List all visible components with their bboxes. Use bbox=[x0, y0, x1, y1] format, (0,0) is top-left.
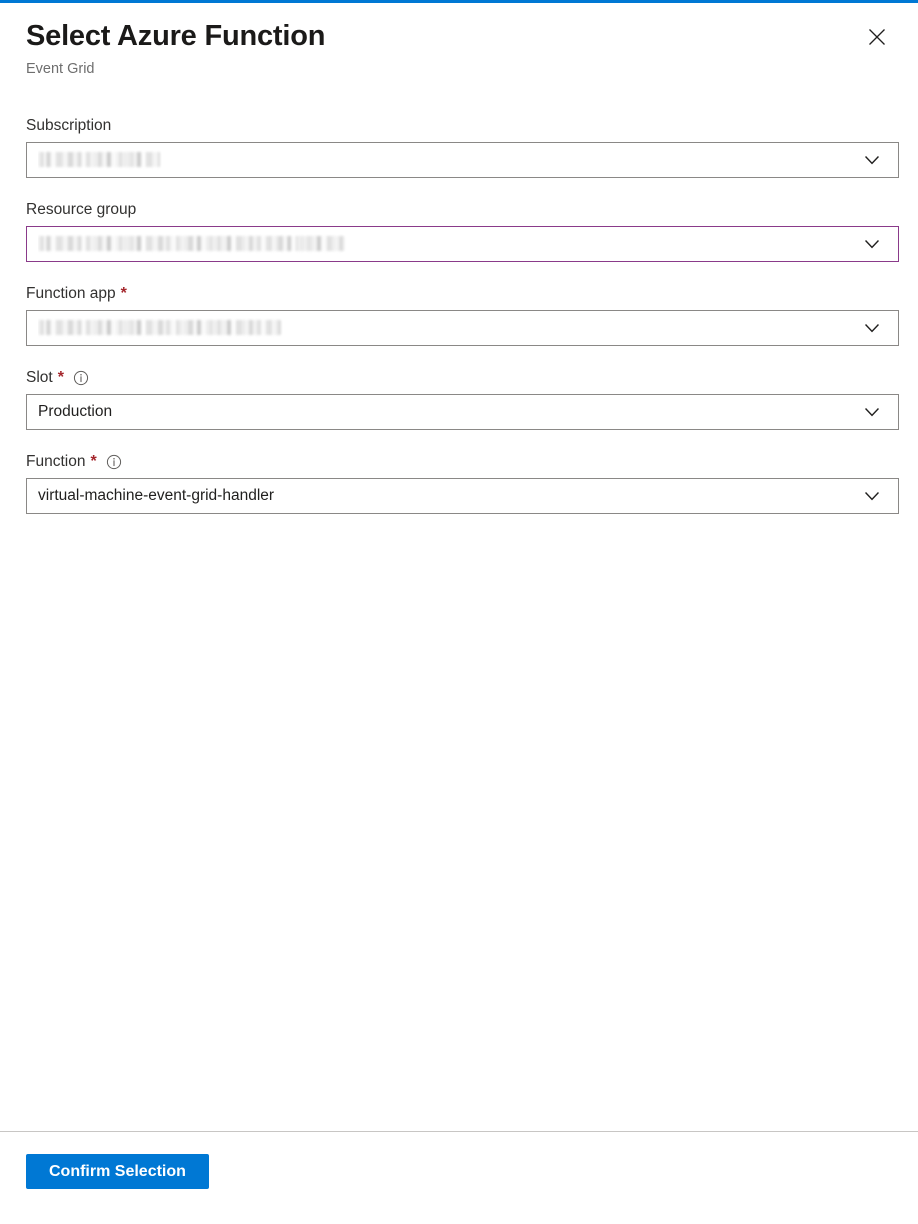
function-app-select[interactable] bbox=[26, 310, 899, 346]
field-function-app: Function app * bbox=[26, 283, 899, 346]
field-label-text: Subscription bbox=[26, 117, 112, 134]
chevron-down-icon bbox=[864, 236, 880, 252]
field-label-subscription: Subscription bbox=[26, 115, 892, 136]
chevron-down-icon bbox=[864, 488, 880, 504]
blade-footer: Confirm Selection bbox=[0, 1131, 918, 1224]
slot-value: Production bbox=[38, 403, 113, 420]
chevron-down-icon bbox=[864, 152, 880, 168]
close-icon bbox=[868, 28, 886, 46]
form-body: Subscription Resource group Function app… bbox=[0, 115, 918, 1131]
chevron-down-icon bbox=[864, 320, 880, 336]
subscription-select[interactable] bbox=[26, 142, 899, 178]
page-subtitle: Event Grid bbox=[26, 61, 95, 77]
function-value: virtual-machine-event-grid-handler bbox=[38, 487, 275, 504]
field-label-text: Slot bbox=[26, 369, 53, 386]
title-row: Select Azure Function Event Grid bbox=[26, 18, 892, 79]
slot-select[interactable]: Production bbox=[26, 394, 899, 430]
resource-group-select[interactable] bbox=[26, 226, 899, 262]
subscription-value bbox=[38, 150, 864, 170]
redacted-value bbox=[38, 152, 160, 168]
field-label-resource-group: Resource group bbox=[26, 199, 892, 220]
field-label-function-app: Function app * bbox=[26, 283, 892, 304]
close-button[interactable] bbox=[860, 20, 894, 54]
field-label-text: Resource group bbox=[26, 201, 137, 218]
page-title: Select Azure Function bbox=[26, 20, 326, 52]
field-resource-group: Resource group bbox=[26, 199, 899, 262]
required-marker: * bbox=[90, 452, 97, 470]
redacted-value bbox=[38, 320, 281, 336]
confirm-selection-button[interactable]: Confirm Selection bbox=[26, 1154, 209, 1189]
function-app-value bbox=[38, 318, 864, 338]
chevron-down-icon bbox=[864, 404, 880, 420]
required-marker: * bbox=[120, 284, 127, 302]
field-function: Function * virtual-machine-event-grid-ha… bbox=[26, 451, 899, 514]
field-subscription: Subscription bbox=[26, 115, 899, 178]
select-azure-function-blade: Select Azure Function Event Grid Subscri… bbox=[0, 0, 918, 1224]
field-label-slot: Slot * bbox=[26, 367, 892, 388]
function-select[interactable]: virtual-machine-event-grid-handler bbox=[26, 478, 899, 514]
resource-group-value bbox=[38, 234, 864, 254]
title-block: Select Azure Function Event Grid bbox=[26, 18, 325, 79]
required-marker: * bbox=[57, 368, 64, 386]
field-label-function: Function * bbox=[26, 451, 892, 472]
info-icon[interactable] bbox=[73, 370, 89, 386]
field-label-text: Function app bbox=[26, 285, 116, 302]
field-slot: Slot * Production bbox=[26, 367, 899, 430]
field-label-text: Function bbox=[26, 453, 86, 470]
info-icon[interactable] bbox=[106, 454, 122, 470]
blade-header: Select Azure Function Event Grid bbox=[0, 0, 918, 79]
redacted-value bbox=[38, 236, 345, 252]
